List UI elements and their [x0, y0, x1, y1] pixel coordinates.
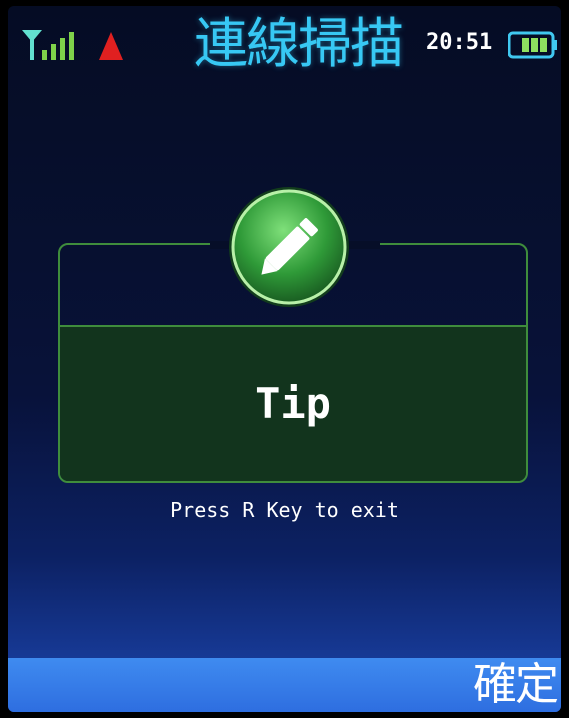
dialog-title: Tip — [255, 379, 331, 428]
dialog-body: Tip — [60, 327, 526, 481]
status-bar: 連線掃描 20:51 — [8, 6, 561, 86]
screen-title: 連線掃描 — [194, 12, 404, 75]
pencil-edit-icon — [229, 187, 349, 307]
signal-strength-icon — [22, 30, 74, 60]
exit-hint: Press R Key to exit — [170, 498, 399, 522]
phone-screen: 連線掃描 20:51 Tip Press R Key to exit 確定 — [8, 6, 561, 712]
confirm-softkey[interactable]: 確定 — [473, 658, 559, 712]
red-triangle-icon — [99, 32, 123, 60]
clock: 20:51 — [426, 30, 493, 55]
battery-icon — [508, 31, 557, 59]
